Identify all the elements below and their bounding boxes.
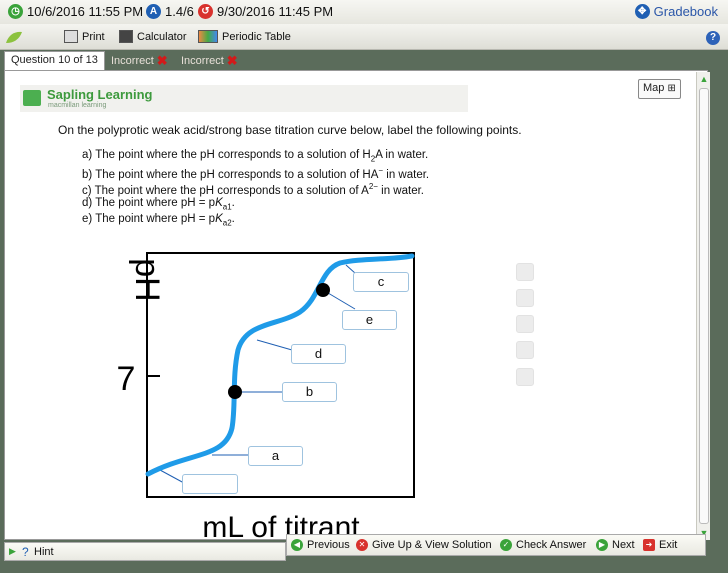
y-axis-label: pH (128, 258, 166, 301)
check-label: Check Answer (516, 539, 587, 551)
give-up-button[interactable]: ✕ Give Up & View Solution (356, 539, 492, 551)
label-slot[interactable] (516, 289, 534, 307)
hint-label: Hint (34, 546, 54, 558)
previous-icon: ◀ (291, 539, 303, 551)
hint-icon: ? (22, 545, 29, 559)
equivalence-point-1 (228, 385, 242, 399)
label-slot[interactable] (516, 341, 534, 359)
exit-icon: ➜ (643, 539, 655, 551)
label-box-d[interactable]: d (291, 344, 346, 364)
check-answer-button[interactable]: ✓ Check Answer (500, 539, 586, 551)
next-button[interactable]: ▶ Next (596, 539, 635, 551)
equivalence-point-2 (316, 283, 330, 297)
label-box-e[interactable]: e (342, 310, 397, 330)
y-tick-label: 7 (117, 360, 136, 398)
next-label: Next (612, 539, 635, 551)
label-slot[interactable] (516, 315, 534, 333)
label-slot[interactable] (516, 263, 534, 281)
label-slot[interactable] (516, 368, 534, 386)
check-icon: ✓ (500, 539, 512, 551)
give-up-icon: ✕ (356, 539, 368, 551)
label-box-empty[interactable] (182, 474, 238, 494)
question-navigation: ◀ Previous ✕ Give Up & View Solution ✓ C… (286, 534, 706, 556)
label-box-a[interactable]: a (248, 446, 303, 466)
label-box-c[interactable]: c (353, 272, 409, 292)
hint-bar[interactable]: ▶ ? Hint (4, 542, 286, 561)
expand-arrow-icon: ▶ (9, 546, 16, 556)
exit-label: Exit (659, 539, 678, 551)
previous-label: Previous (307, 539, 350, 551)
previous-button[interactable]: ◀ Previous (291, 539, 350, 551)
label-box-b[interactable]: b (282, 382, 337, 402)
give-up-label: Give Up & View Solution (372, 539, 492, 551)
next-icon: ▶ (596, 539, 608, 551)
exit-button[interactable]: ➜ Exit (643, 539, 677, 551)
